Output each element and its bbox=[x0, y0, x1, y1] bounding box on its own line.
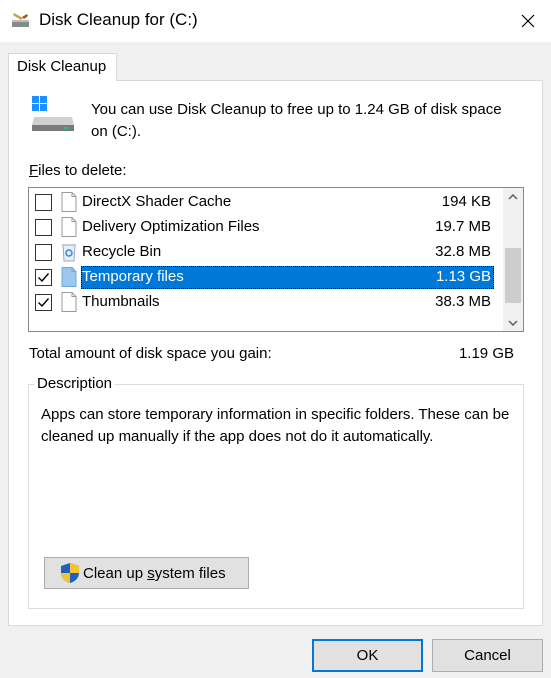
checkbox[interactable] bbox=[35, 219, 52, 236]
list-item-temporary-files[interactable]: Temporary files 1.13 GB bbox=[29, 265, 505, 290]
title-bar: Disk Cleanup for (C:) bbox=[0, 0, 551, 42]
total-space-label: Total amount of disk space you gain: bbox=[29, 345, 272, 362]
intro-text: You can use Disk Cleanup to free up to 1… bbox=[91, 101, 502, 140]
file-icon bbox=[61, 292, 77, 312]
item-name: Delivery Optimization Files bbox=[82, 218, 260, 235]
checkbox[interactable] bbox=[35, 294, 52, 311]
item-size: 38.3 MB bbox=[435, 293, 491, 310]
scrollbar-thumb[interactable] bbox=[505, 248, 521, 303]
list-item-directx-shader-cache[interactable]: DirectX Shader Cache 194 KB bbox=[29, 190, 505, 215]
checkbox[interactable] bbox=[35, 194, 52, 211]
ok-button[interactable]: OK bbox=[312, 639, 423, 672]
file-icon bbox=[61, 217, 77, 237]
list-item-recycle-bin[interactable]: Recycle Bin 32.8 MB bbox=[29, 240, 505, 265]
tab-label: Disk Cleanup bbox=[17, 58, 107, 75]
files-label-rest: iles to delete: bbox=[38, 162, 127, 179]
cleanup-label: Clean up system files bbox=[83, 565, 226, 582]
item-size: 32.8 MB bbox=[435, 243, 491, 260]
chevron-down-icon bbox=[508, 319, 518, 326]
cancel-button[interactable]: Cancel bbox=[432, 639, 543, 672]
files-label-access-key: F bbox=[29, 162, 39, 179]
file-icon bbox=[61, 192, 77, 212]
uac-shield-icon bbox=[61, 563, 79, 583]
scroll-up-button[interactable] bbox=[503, 188, 523, 205]
item-name: Thumbnails bbox=[82, 293, 160, 310]
window-title: Disk Cleanup for (C:) bbox=[39, 10, 198, 29]
vertical-scrollbar[interactable] bbox=[503, 188, 523, 331]
checkmark-icon bbox=[38, 298, 50, 308]
total-space-value: 1.19 GB bbox=[458, 345, 514, 362]
item-name: DirectX Shader Cache bbox=[82, 193, 232, 210]
list-item-thumbnails[interactable]: Thumbnails 38.3 MB bbox=[29, 290, 505, 315]
file-icon bbox=[61, 267, 77, 287]
scroll-down-button[interactable] bbox=[503, 314, 523, 331]
cleanup-label-access-key: s bbox=[147, 564, 155, 582]
files-list[interactable]: DirectX Shader Cache 194 KB Delivery Opt… bbox=[28, 187, 524, 332]
list-item-delivery-optimization-files[interactable]: Delivery Optimization Files 19.7 MB bbox=[29, 215, 505, 240]
close-icon bbox=[521, 14, 535, 28]
item-name: Recycle Bin bbox=[82, 243, 162, 260]
checkmark-icon bbox=[38, 273, 50, 283]
item-size: 19.7 MB bbox=[435, 218, 491, 235]
tab-disk-cleanup[interactable]: Disk Cleanup bbox=[8, 53, 117, 81]
cleanup-label-after: ystem files bbox=[154, 564, 226, 582]
checkbox[interactable] bbox=[35, 269, 52, 286]
checkbox[interactable] bbox=[35, 244, 52, 261]
item-size: 1.13 GB bbox=[435, 268, 491, 285]
disk-cleanup-icon bbox=[12, 13, 29, 27]
recycle-bin-icon bbox=[62, 244, 76, 262]
clean-up-system-files-button[interactable]: Clean up system files bbox=[44, 557, 249, 589]
chevron-up-icon bbox=[508, 193, 518, 200]
cleanup-label-before: Clean up bbox=[83, 564, 148, 582]
item-name: Temporary files bbox=[82, 268, 184, 285]
description-text: Apps can store temporary information in … bbox=[41, 406, 510, 445]
description-legend: Description bbox=[34, 375, 116, 392]
item-size: 194 KB bbox=[441, 193, 491, 210]
drive-icon bbox=[32, 96, 74, 131]
files-to-delete-label: Files to delete: bbox=[29, 162, 127, 179]
close-button[interactable] bbox=[505, 0, 551, 42]
